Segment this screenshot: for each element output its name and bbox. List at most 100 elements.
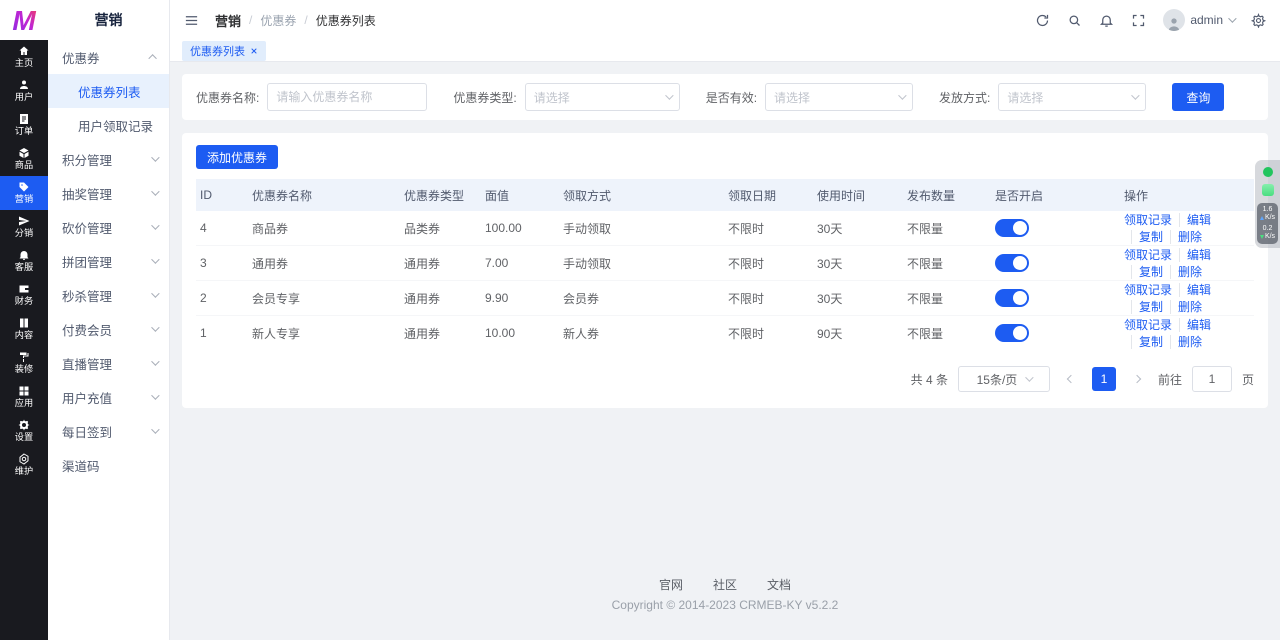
search-icon[interactable]: [1067, 13, 1082, 28]
cell-receive-method: 手动领取: [559, 246, 724, 281]
action-edit[interactable]: 编辑: [1179, 213, 1211, 227]
rail-item-service[interactable]: 客服: [0, 244, 48, 278]
enable-toggle[interactable]: [995, 254, 1029, 272]
user-menu[interactable]: admin: [1163, 9, 1234, 31]
table-row: 4 商品券 品类券 100.00 手动领取 不限时 30天 不限量 领取记录编辑…: [196, 211, 1254, 246]
breadcrumb-marketing[interactable]: 营销: [215, 11, 241, 30]
action-edit[interactable]: 编辑: [1179, 283, 1211, 297]
sidebar-item-lottery[interactable]: 抽奖管理: [48, 176, 169, 210]
action-records[interactable]: 领取记录: [1124, 213, 1172, 227]
close-icon[interactable]: [250, 47, 258, 55]
action-edit[interactable]: 编辑: [1179, 248, 1211, 262]
cell-use-time: 90天: [813, 316, 903, 351]
chevron-down-icon: [1132, 91, 1140, 99]
search-button[interactable]: 查询: [1172, 83, 1224, 111]
goto-page-input[interactable]: [1192, 366, 1232, 392]
action-copy[interactable]: 复制: [1131, 265, 1163, 279]
footer-link-community[interactable]: 社区: [713, 576, 737, 593]
cell-enabled: [991, 316, 1120, 351]
add-coupon-button[interactable]: 添加优惠券: [196, 145, 278, 169]
chevron-down-icon: [898, 91, 906, 99]
column-header: 是否开启: [991, 179, 1120, 211]
footer: 官网 社区 文档 Copyright © 2014-2023 CRMEB-KY …: [182, 576, 1268, 628]
rail-item-content[interactable]: 内容: [0, 312, 48, 346]
maintain-icon: [18, 453, 30, 465]
action-edit[interactable]: 编辑: [1179, 318, 1211, 332]
enable-toggle[interactable]: [995, 324, 1029, 342]
cell-face-value: 9.90: [481, 281, 559, 316]
rail-item-marketing[interactable]: 营销: [0, 176, 48, 210]
action-copy[interactable]: 复制: [1131, 230, 1163, 244]
sidebar-item-paid-member[interactable]: 付费会员: [48, 312, 169, 346]
cell-publish-quantity: 不限量: [903, 281, 991, 316]
refresh-icon[interactable]: [1035, 13, 1050, 28]
settings-gear-icon[interactable]: [1251, 13, 1266, 28]
network-monitor-widget[interactable]: 1.6 K/s 0.2 K/s: [1255, 160, 1280, 248]
rail-item-finance[interactable]: 财务: [0, 278, 48, 312]
fullscreen-icon[interactable]: [1131, 13, 1146, 28]
rail-item-goods[interactable]: 商品: [0, 142, 48, 176]
rail-item-decorate[interactable]: 装修: [0, 346, 48, 380]
action-delete[interactable]: 删除: [1170, 265, 1202, 279]
chevron-down-icon: [151, 221, 159, 229]
footer-link-docs[interactable]: 文档: [767, 576, 791, 593]
row-actions: 领取记录编辑复制删除: [1120, 316, 1254, 351]
sidebar-item-bargain[interactable]: 砍价管理: [48, 210, 169, 244]
validity-select[interactable]: 请选择: [765, 83, 913, 111]
rail-item-distribution[interactable]: 分销: [0, 210, 48, 244]
action-records[interactable]: 领取记录: [1124, 283, 1172, 297]
column-header: 操作: [1120, 179, 1254, 211]
sidebar-item-daily-signin[interactable]: 每日签到: [48, 414, 169, 448]
chevron-down-icon: [151, 357, 159, 365]
breadcrumb-coupon[interactable]: 优惠券: [260, 12, 296, 29]
action-copy[interactable]: 复制: [1131, 300, 1163, 314]
footer-link-official[interactable]: 官网: [659, 576, 683, 593]
cell-face-value: 7.00: [481, 246, 559, 281]
sidebar-item-seckill[interactable]: 秒杀管理: [48, 278, 169, 312]
page-1-button[interactable]: 1: [1092, 367, 1116, 391]
filter-validity: 是否有效: 请选择: [706, 83, 913, 111]
notification-bell-icon[interactable]: [1099, 13, 1114, 28]
action-delete[interactable]: 删除: [1170, 230, 1202, 244]
coupon-name-input[interactable]: [267, 83, 427, 111]
coupon-type-select[interactable]: 请选择: [525, 83, 680, 111]
action-delete[interactable]: 删除: [1170, 335, 1202, 349]
decorate-icon: [18, 351, 30, 363]
enable-toggle[interactable]: [995, 219, 1029, 237]
sidebar-item-recharge[interactable]: 用户充值: [48, 380, 169, 414]
filter-coupon-type: 优惠券类型: 请选择: [453, 83, 679, 111]
hamburger-menu-icon[interactable]: [184, 13, 199, 28]
sidebar-item-coupon-list[interactable]: 优惠券列表: [48, 74, 169, 108]
enable-toggle[interactable]: [995, 289, 1029, 307]
cell-receive-date: 不限时: [724, 211, 813, 246]
action-copy[interactable]: 复制: [1131, 335, 1163, 349]
action-delete[interactable]: 删除: [1170, 300, 1202, 314]
rail-item-settings[interactable]: 设置: [0, 414, 48, 448]
rail-item-home[interactable]: 主页: [0, 40, 48, 74]
sidebar-item-live[interactable]: 直播管理: [48, 346, 169, 380]
username: admin: [1190, 13, 1223, 27]
sidebar-item-points[interactable]: 积分管理: [48, 142, 169, 176]
next-page-button[interactable]: [1126, 367, 1148, 391]
rail-item-user[interactable]: 用户: [0, 74, 48, 108]
action-records[interactable]: 领取记录: [1124, 318, 1172, 332]
action-records[interactable]: 领取记录: [1124, 248, 1172, 262]
sidebar-item-coupon[interactable]: 优惠券: [48, 40, 169, 74]
cell-publish-quantity: 不限量: [903, 246, 991, 281]
cell-coupon-name: 通用券: [248, 246, 400, 281]
sidebar-item-receive-record[interactable]: 用户领取记录: [48, 108, 169, 142]
rail-item-maintain[interactable]: 维护: [0, 448, 48, 482]
rail-item-order[interactable]: 订单: [0, 108, 48, 142]
app-logo[interactable]: M: [0, 0, 48, 40]
sidebar-item-channel-code[interactable]: 渠道码: [48, 448, 169, 482]
page-size-select[interactable]: 15条/页: [958, 366, 1050, 392]
tab-coupon-list[interactable]: 优惠券列表: [182, 41, 266, 61]
upload-speed: 1.6 K/s: [1259, 206, 1276, 222]
logo-letter: M: [12, 5, 36, 35]
rail-item-app[interactable]: 应用: [0, 380, 48, 414]
cell-coupon-type: 通用券: [400, 281, 481, 316]
sidebar-item-group-buy[interactable]: 拼团管理: [48, 244, 169, 278]
send-method-select[interactable]: 请选择: [998, 83, 1146, 111]
prev-page-button[interactable]: [1060, 367, 1082, 391]
finance-icon: [18, 283, 30, 295]
